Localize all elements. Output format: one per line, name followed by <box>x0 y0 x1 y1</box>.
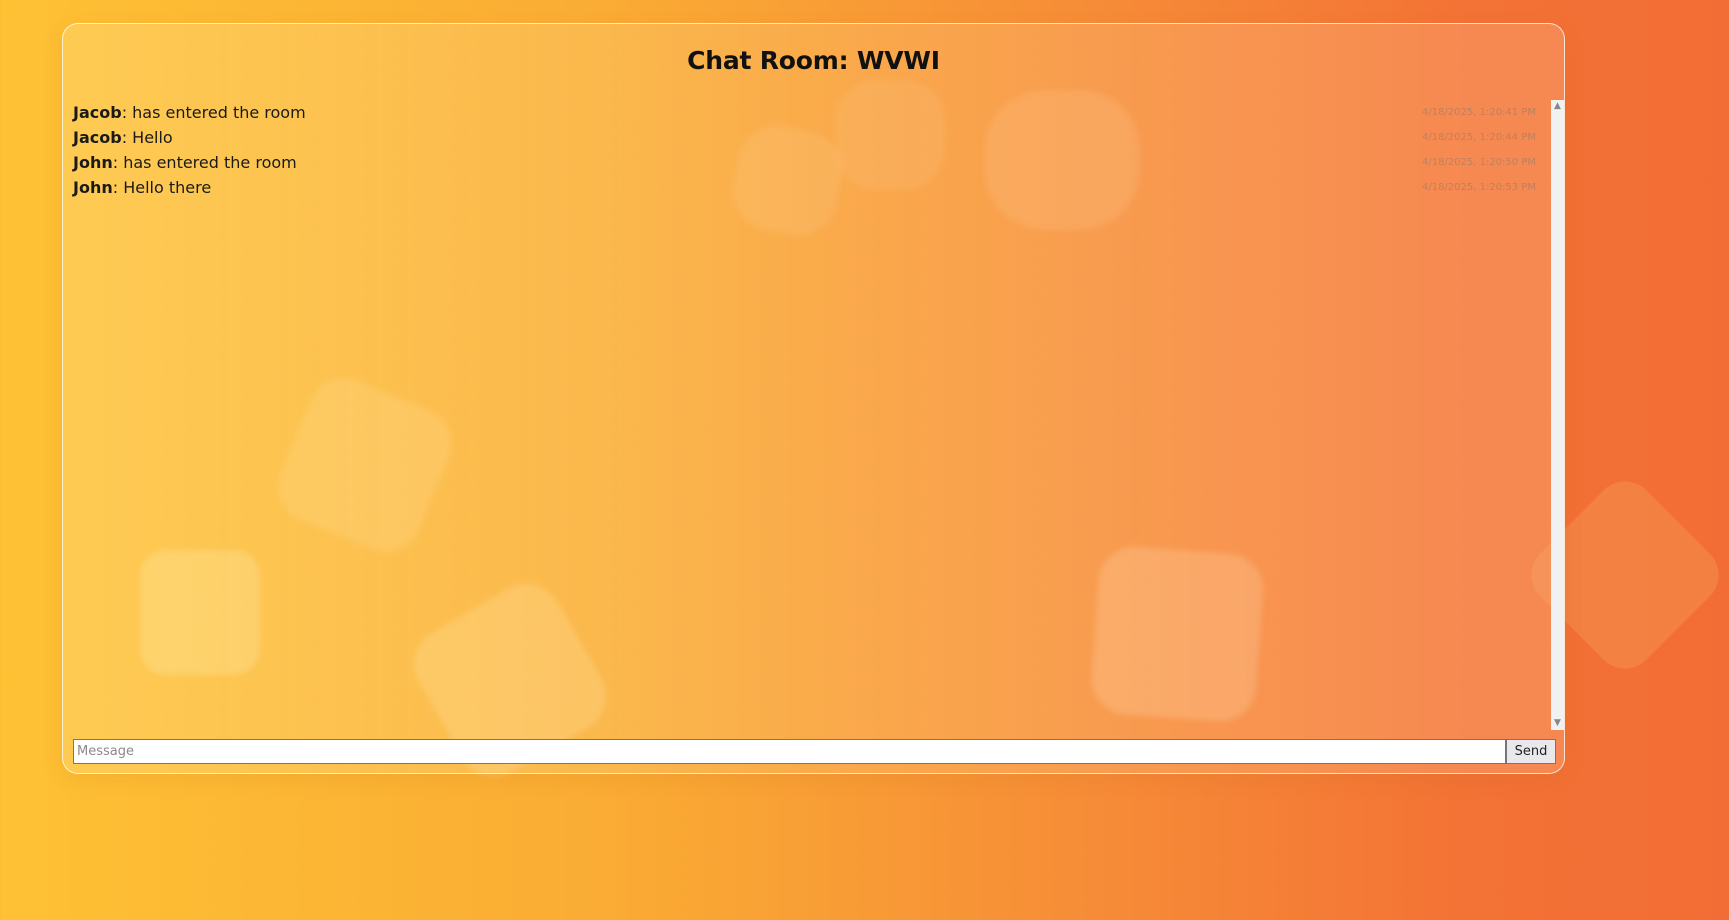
message-text: : has entered the room <box>121 103 306 122</box>
message-author: John <box>73 153 113 172</box>
message-text: : Hello there <box>112 178 212 197</box>
message-item: Jacob: has entered the room 4/18/2025, 1… <box>73 100 1548 125</box>
message-composer: Send <box>73 739 1556 764</box>
message-author: Jacob <box>73 128 122 147</box>
message-input[interactable] <box>73 739 1506 764</box>
message-timestamp: 4/18/2025, 1:20:50 PM <box>1421 157 1536 168</box>
message-text: : Hello <box>121 128 173 147</box>
message-author: John <box>73 178 113 197</box>
message-list: Jacob: has entered the room 4/18/2025, 1… <box>73 100 1548 730</box>
message-timestamp: 4/18/2025, 1:20:41 PM <box>1421 107 1536 118</box>
scroll-up-icon[interactable]: ▲ <box>1551 100 1564 113</box>
scroll-down-icon[interactable]: ▼ <box>1551 717 1564 730</box>
send-button[interactable]: Send <box>1506 739 1556 764</box>
chat-window: Chat Room: WVWI Jacob: has entered the r… <box>62 23 1565 774</box>
message-item: Jacob: Hello 4/18/2025, 1:20:44 PM <box>73 125 1548 150</box>
message-text: : has entered the room <box>112 153 297 172</box>
message-list-scrollbar[interactable]: ▲ ▼ <box>1551 100 1564 730</box>
message-item: John: Hello there 4/18/2025, 1:20:53 PM <box>73 175 1548 200</box>
message-item: John: has entered the room 4/18/2025, 1:… <box>73 150 1548 175</box>
message-timestamp: 4/18/2025, 1:20:53 PM <box>1421 182 1536 193</box>
chat-room-title: Chat Room: WVWI <box>687 46 940 75</box>
message-author: Jacob <box>73 103 122 122</box>
message-timestamp: 4/18/2025, 1:20:44 PM <box>1421 132 1536 143</box>
